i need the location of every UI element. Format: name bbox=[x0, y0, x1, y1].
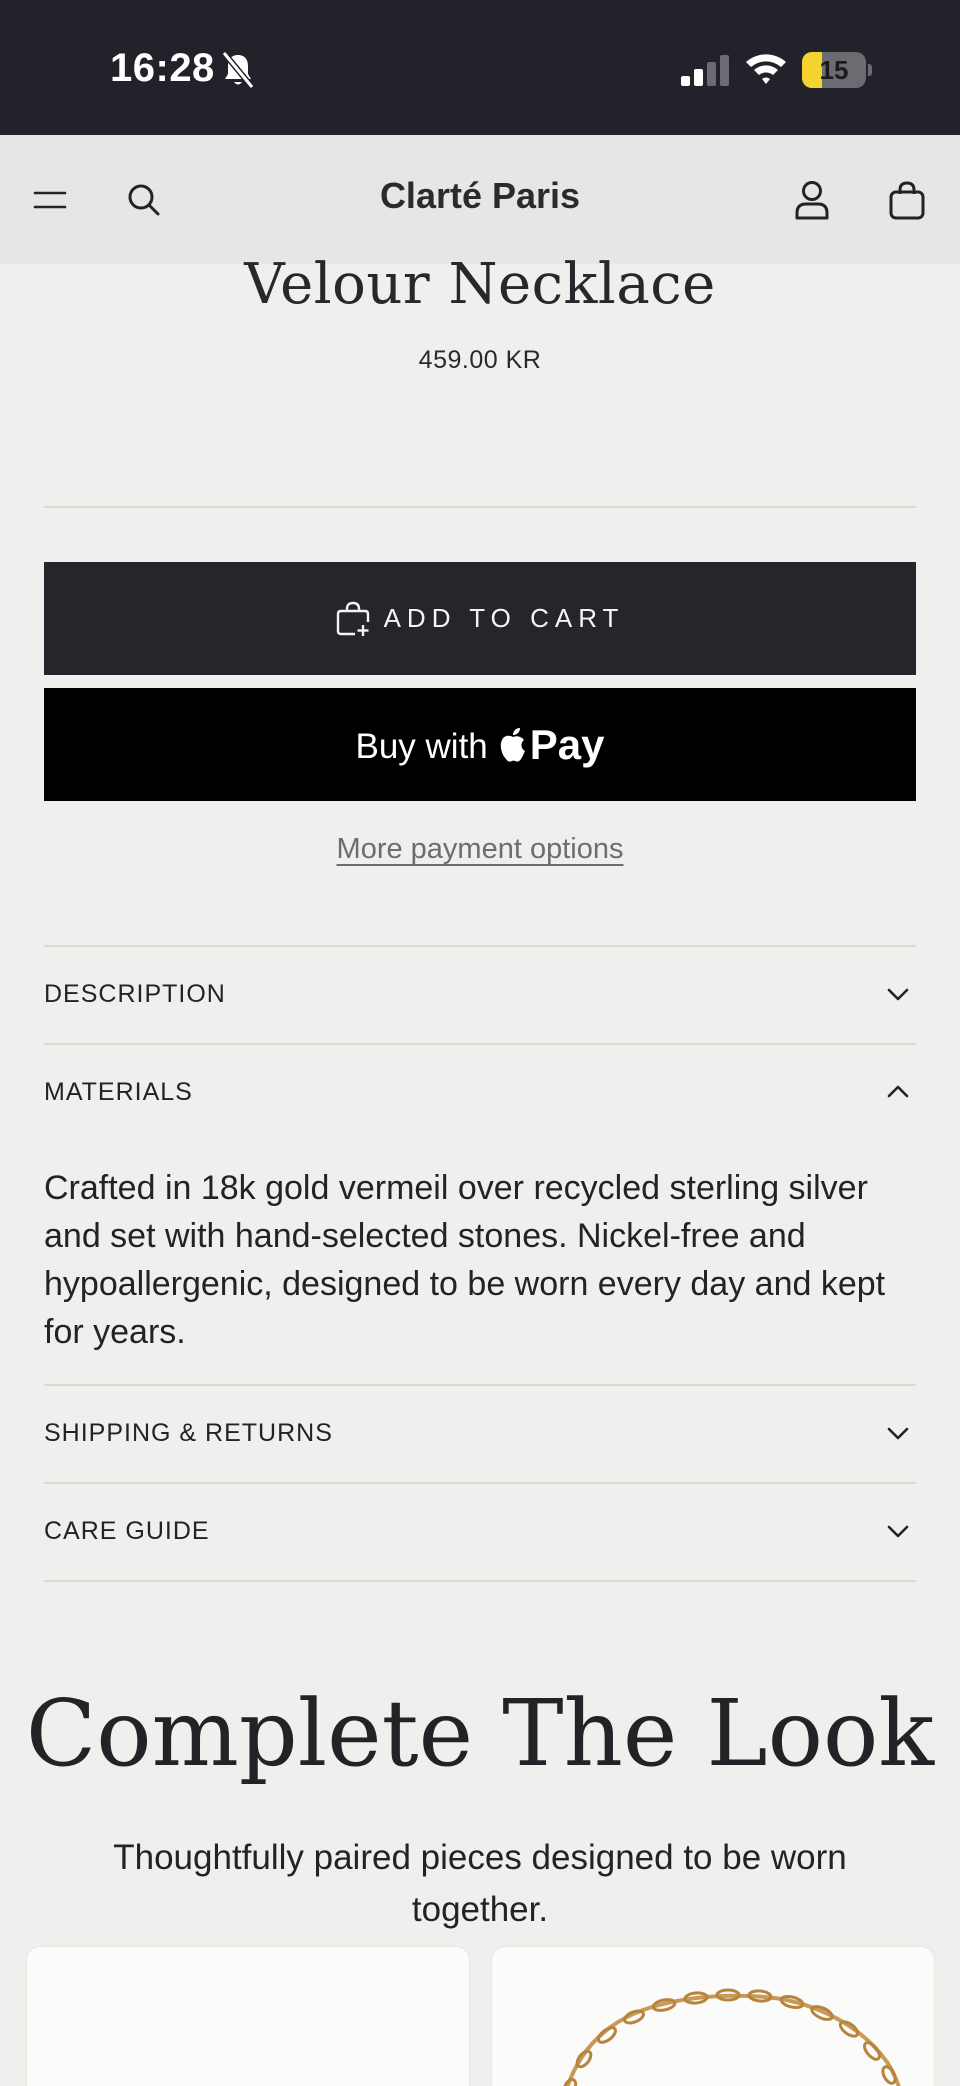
more-payment-link[interactable]: More payment options bbox=[337, 833, 624, 865]
accordion-description-title: DESCRIPTION bbox=[44, 979, 226, 1008]
more-payment-options: More payment options bbox=[0, 833, 960, 866]
status-time: 16:28 bbox=[110, 46, 215, 90]
account-button[interactable] bbox=[787, 175, 837, 225]
apple-logo-icon bbox=[500, 727, 525, 762]
wifi-icon bbox=[746, 54, 786, 84]
menu-button[interactable] bbox=[25, 175, 75, 225]
add-to-cart-button[interactable]: ADD TO CART bbox=[44, 562, 916, 675]
accordion-materials-title: MATERIALS bbox=[44, 1077, 193, 1106]
chevron-down-icon bbox=[887, 1427, 909, 1440]
bell-slash-icon bbox=[221, 51, 255, 89]
buy-with-label: Buy with bbox=[355, 726, 488, 766]
chain-necklace-image bbox=[562, 1988, 901, 2086]
complete-the-look-title: Complete The Look bbox=[25, 1680, 935, 1787]
battery-icon: 15 bbox=[802, 52, 872, 88]
status-bar: 16:28 15 bbox=[0, 0, 960, 135]
divider bbox=[44, 506, 916, 508]
brand-logo[interactable]: Clarté Paris bbox=[280, 175, 680, 217]
product-price: 459.00 KR bbox=[418, 346, 542, 374]
chevron-down-icon bbox=[887, 988, 909, 1001]
search-icon bbox=[128, 184, 160, 216]
battery-level-text: 15 bbox=[819, 55, 849, 85]
pay-label: Pay bbox=[529, 720, 605, 768]
bag-icon bbox=[889, 181, 925, 220]
accordion-description[interactable]: DESCRIPTION bbox=[44, 946, 916, 1042]
apple-pay-button[interactable]: Buy with Pay bbox=[44, 688, 916, 801]
chevron-up-icon bbox=[887, 1085, 909, 1098]
complete-the-look-subtitle: Thoughtfully paired pieces designed to b… bbox=[113, 1838, 847, 1929]
product-title: Velour Necklace bbox=[244, 252, 716, 317]
search-button[interactable] bbox=[119, 175, 169, 225]
accordion-materials[interactable]: MATERIALS bbox=[44, 1044, 916, 1140]
signal-icon bbox=[681, 55, 729, 86]
cart-button[interactable] bbox=[882, 175, 932, 225]
chevron-down-icon bbox=[887, 1525, 909, 1538]
accordion-care-title: CARE GUIDE bbox=[44, 1516, 210, 1545]
accordion-care-guide[interactable]: CARE GUIDE bbox=[44, 1483, 916, 1579]
menu-icon bbox=[33, 191, 67, 209]
accordion-shipping-title: SHIPPING & RETURNS bbox=[44, 1418, 333, 1447]
site-header: Clarté Paris bbox=[0, 135, 960, 264]
add-to-cart-label: ADD TO CART bbox=[383, 603, 625, 633]
bag-plus-icon bbox=[336, 601, 369, 636]
materials-description: Crafted in 18k gold vermeil over recycle… bbox=[44, 1169, 886, 1351]
product-card[interactable] bbox=[491, 1946, 935, 2086]
product-card[interactable] bbox=[26, 1946, 470, 2086]
accordion-shipping[interactable]: SHIPPING & RETURNS bbox=[44, 1385, 916, 1481]
account-icon bbox=[795, 181, 829, 220]
divider bbox=[44, 1580, 916, 1582]
